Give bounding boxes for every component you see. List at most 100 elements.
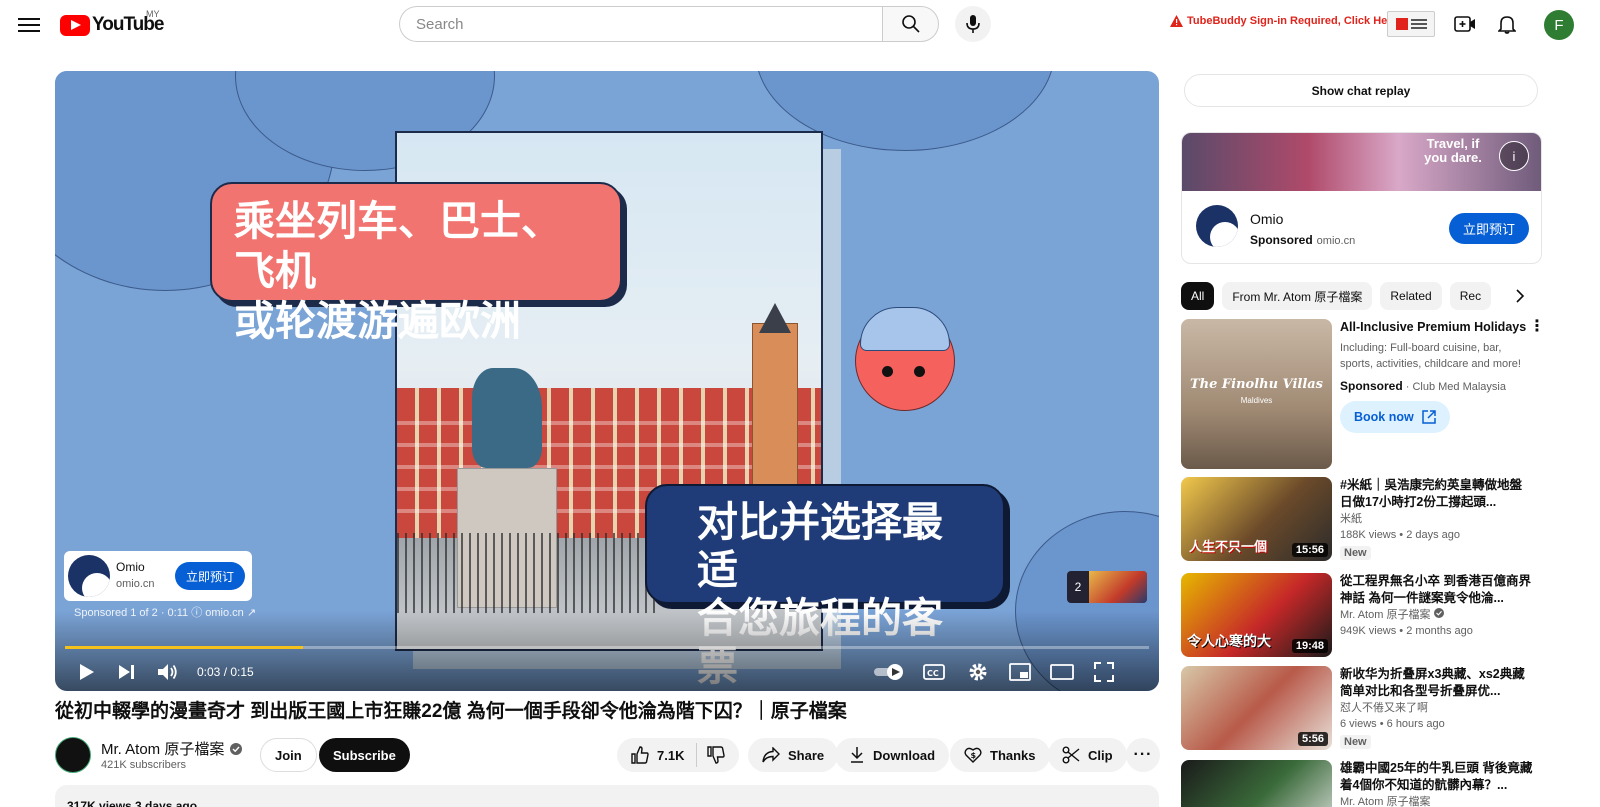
time-display: 0:03 / 0:15 bbox=[197, 665, 254, 679]
rec-channel[interactable]: Mr. Atom 原子檔案 bbox=[1340, 794, 1535, 807]
channel-avatar[interactable] bbox=[55, 737, 91, 773]
rec-channel[interactable]: Mr. Atom 原子檔案 bbox=[1340, 609, 1430, 621]
more-actions-button[interactable]: ··· bbox=[1126, 738, 1160, 772]
show-chat-replay-button[interactable]: Show chat replay bbox=[1184, 74, 1538, 107]
play-icon bbox=[80, 664, 94, 680]
recommendation-item[interactable]: 令人心寒的大 19:48 從工程界無名小卒 到香港百億商界神話 為何一件謎案竟令… bbox=[1181, 573, 1541, 657]
subscribe-button[interactable]: Subscribe bbox=[319, 738, 410, 772]
voice-search-button[interactable] bbox=[955, 6, 991, 42]
rec-channel[interactable]: 怼人不倦又来了啊 bbox=[1340, 700, 1535, 716]
share-button[interactable]: Share bbox=[748, 738, 839, 772]
chip-recent[interactable]: Rec bbox=[1449, 282, 1492, 310]
svg-text:CC: CC bbox=[927, 669, 939, 678]
masthead: YouTube MY TubeBuddy Sign-in Required, C… bbox=[0, 0, 1600, 56]
chip-from-channel[interactable]: From Mr. Atom 原子檔案 bbox=[1222, 282, 1373, 310]
captions-button[interactable]: CC bbox=[921, 659, 947, 685]
chevron-right-icon bbox=[1516, 289, 1525, 303]
create-button[interactable] bbox=[1453, 12, 1477, 36]
captions-icon: CC bbox=[923, 664, 945, 680]
theater-mode-button[interactable] bbox=[1049, 659, 1075, 685]
ad-info-button[interactable]: i bbox=[1499, 141, 1529, 171]
verified-icon bbox=[1433, 608, 1444, 618]
chip-related[interactable]: Related bbox=[1380, 282, 1442, 310]
tubebuddy-warning-link[interactable]: TubeBuddy Sign-in Required, Click Here bbox=[1170, 15, 1398, 27]
rec-title[interactable]: 從工程界無名小卒 到香港百億商界神話 為何一件謎案竟令他淪... bbox=[1340, 573, 1535, 607]
channel-name-row[interactable]: Mr. Atom 原子檔案 bbox=[101, 738, 243, 759]
advertiser-name: Omio bbox=[1250, 211, 1284, 227]
rec-channel[interactable]: 米紙 bbox=[1340, 511, 1535, 527]
thumbs-down-icon bbox=[707, 746, 726, 764]
thanks-button[interactable]: $ Thanks bbox=[950, 738, 1050, 772]
tubebuddy-icon bbox=[1395, 18, 1408, 30]
settings-button[interactable] bbox=[965, 659, 991, 685]
like-button[interactable]: 7.1K bbox=[617, 743, 698, 767]
volume-icon bbox=[158, 664, 177, 680]
account-avatar[interactable]: F bbox=[1544, 10, 1574, 40]
companion-ad-cta-button[interactable]: 立即预订 bbox=[1449, 213, 1529, 244]
gear-icon bbox=[969, 663, 987, 681]
rec-title[interactable]: 雄霸中國25年的牛乳巨頭 背後竟藏着4個你不知道的骯髒內幕？... bbox=[1340, 760, 1535, 794]
rec-thumbnail[interactable]: 令人心寒的大 19:48 bbox=[1181, 573, 1332, 657]
rec-thumbnail[interactable]: 5:56 bbox=[1181, 666, 1332, 750]
next-button[interactable] bbox=[115, 659, 139, 685]
autoplay-toggle[interactable] bbox=[873, 659, 907, 685]
tubebuddy-menu-button[interactable] bbox=[1387, 11, 1435, 37]
rec-description: Including: Full-board cuisine, bar, spor… bbox=[1340, 342, 1521, 370]
rec-thumbnail[interactable]: The Finolhu Villas Maldives bbox=[1181, 319, 1332, 469]
scissors-icon bbox=[1062, 746, 1080, 764]
rec-thumbnail[interactable] bbox=[1181, 760, 1332, 807]
menu-icon[interactable] bbox=[18, 14, 40, 34]
companion-ad-card[interactable]: Travel, if you dare. i Omio Sponsored omi… bbox=[1181, 132, 1542, 264]
progress-bar[interactable] bbox=[65, 646, 1149, 649]
microphone-icon bbox=[966, 15, 980, 33]
download-button[interactable]: Download bbox=[835, 738, 950, 772]
mascot-eye bbox=[882, 366, 893, 377]
fullscreen-button[interactable] bbox=[1091, 659, 1117, 685]
dislike-button[interactable] bbox=[697, 746, 739, 764]
search-input[interactable] bbox=[399, 6, 882, 42]
thanks-icon: $ bbox=[964, 747, 982, 763]
search-button[interactable] bbox=[882, 6, 939, 42]
info-icon: i bbox=[1512, 148, 1516, 164]
autoplay-icon bbox=[874, 664, 903, 680]
rec-info: 雄霸中國25年的牛乳巨頭 背後竟藏着4個你不知道的骯髒內幕？... Mr. At… bbox=[1340, 760, 1535, 807]
omio-logo bbox=[1196, 205, 1238, 247]
verified-icon bbox=[230, 742, 243, 755]
ad-banner-image[interactable]: Travel, if you dare. i bbox=[1182, 133, 1541, 191]
notifications-button[interactable] bbox=[1495, 12, 1519, 36]
miniplayer-button[interactable] bbox=[1007, 659, 1033, 685]
rec-title[interactable]: #米紙｜吳浩康完約英皇轉做地盤 日做17小時打2份工撐起頭... bbox=[1340, 477, 1535, 511]
rec-title[interactable]: All-Inclusive Premium Holidays bbox=[1340, 319, 1535, 336]
description-box[interactable]: 317K views 3 days ago bbox=[55, 785, 1159, 807]
rec-info: #米紙｜吳浩康完約英皇轉做地盤 日做17小時打2份工撐起頭... 米紙 188K… bbox=[1340, 477, 1535, 561]
recommendation-item[interactable]: 5:56 新收华为折叠屏x3典藏、xs2典藏简单对比和各型号折叠屏优... 怼人… bbox=[1181, 666, 1541, 750]
like-dislike-group: 7.1K bbox=[617, 738, 740, 772]
bell-icon bbox=[1498, 16, 1516, 34]
next-ad-preview[interactable]: 2 bbox=[1067, 571, 1147, 603]
caption-bubble-bottom: 对比并选择最适 合您旅程的客票 bbox=[645, 484, 1005, 690]
video-player[interactable]: 乘坐列车、巴士、飞机 或轮渡游遍欧洲 对比并选择最适 合您旅程的客票 Omio … bbox=[55, 71, 1159, 691]
ad-overlay-card[interactable]: Omio omio.cn 立即预订 bbox=[64, 551, 252, 601]
join-button[interactable]: Join bbox=[260, 738, 317, 772]
rec-thumbnail[interactable]: 人生不只一個 15:56 bbox=[1181, 477, 1332, 561]
channel-name[interactable]: Mr. Atom 原子檔案 bbox=[101, 738, 224, 759]
recommendation-item[interactable]: 雄霸中國25年的牛乳巨頭 背後竟藏着4個你不知道的骯髒內幕？... Mr. At… bbox=[1181, 760, 1541, 807]
book-now-button[interactable]: Book now bbox=[1340, 401, 1450, 433]
chip-all[interactable]: All bbox=[1181, 282, 1215, 310]
rec-stats: 949K views • 2 months ago bbox=[1340, 625, 1473, 637]
mascot-hat bbox=[860, 307, 950, 351]
subscriber-count: 421K subscribers bbox=[101, 759, 186, 771]
sponsored-recommendation[interactable]: The Finolhu Villas Maldives All-Inclusiv… bbox=[1181, 319, 1545, 469]
recommendation-item[interactable]: 人生不只一個 15:56 #米紙｜吳浩康完約英皇轉做地盤 日做17小時打2份工撐… bbox=[1181, 477, 1541, 561]
chips-scroll-right-button[interactable] bbox=[1509, 285, 1531, 307]
rec-stats: 188K views • 2 days ago bbox=[1340, 529, 1461, 541]
more-vert-icon[interactable]: ⋮ bbox=[1529, 319, 1545, 335]
rec-stats: 6 views • 6 hours ago bbox=[1340, 718, 1445, 730]
play-button[interactable] bbox=[75, 659, 99, 685]
clip-button[interactable]: Clip bbox=[1048, 738, 1127, 772]
rec-info: All-Inclusive Premium Holidays Including… bbox=[1340, 319, 1535, 433]
ad-cta-button[interactable]: 立即预订 bbox=[175, 562, 245, 590]
volume-button[interactable] bbox=[155, 659, 181, 685]
sponsored-line: Sponsored omio.cn bbox=[1250, 233, 1356, 247]
rec-title[interactable]: 新收华为折叠屏x3典藏、xs2典藏简单对比和各型号折叠屏优... bbox=[1340, 666, 1535, 700]
